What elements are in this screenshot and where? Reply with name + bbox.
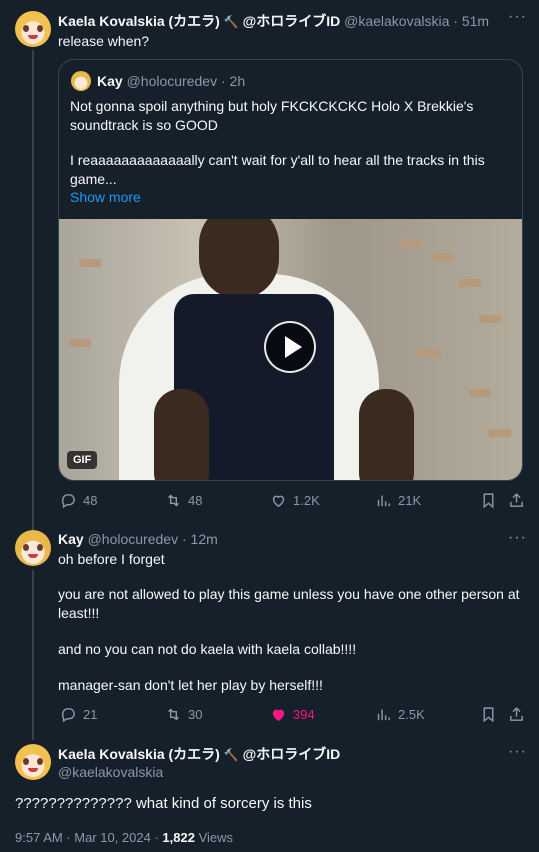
reply-count: 21: [83, 707, 98, 722]
quote-text-line: soundtrack is so GOOD: [70, 117, 218, 133]
tweet-text-line: least!!!: [58, 605, 100, 621]
tweet-text-line: oh before I forget: [58, 551, 165, 567]
tweet3-header: Kaela Kovalskia (カエラ) 🔨 @ホロライブID: [58, 744, 340, 764]
show-more-link[interactable]: Show more: [70, 189, 141, 205]
quote-text-line: game...: [70, 171, 117, 187]
retweet-button[interactable]: 48: [165, 492, 202, 509]
views-icon: [377, 709, 390, 721]
bookmark-icon: [483, 707, 494, 723]
more-options-icon[interactable]: ···: [508, 530, 527, 546]
tweet-text-line: and no you can not do kaela with kaela c…: [58, 641, 357, 657]
heart-icon: [272, 495, 285, 508]
like-button[interactable]: 394: [270, 706, 315, 723]
hammer-icon: 🔨: [223, 15, 239, 29]
author-handle[interactable]: @holocuredev: [88, 531, 179, 547]
view-count: 2.5K: [398, 707, 425, 722]
kaela-avatar[interactable]: [15, 744, 51, 780]
tweet-time[interactable]: 51m: [462, 13, 489, 29]
author-name[interactable]: Kay: [58, 531, 84, 547]
timestamp[interactable]: 9:57 AM · Mar 10, 2024 ·: [15, 830, 162, 845]
author-name[interactable]: Kaela Kovalskia (カエラ): [58, 746, 220, 762]
like-button[interactable]: 1.2K: [270, 492, 320, 509]
more-options-icon[interactable]: ···: [508, 9, 527, 25]
views-button[interactable]: 2.5K: [375, 706, 425, 723]
like-count: 1.2K: [293, 493, 320, 508]
retweet-count: 30: [188, 707, 203, 722]
views-button[interactable]: 21K: [375, 492, 421, 509]
tweet1-header: Kaela Kovalskia (カエラ) 🔨 @ホロライブID @kaelak…: [58, 13, 490, 29]
quote-author-name: Kay: [97, 73, 123, 89]
author-name[interactable]: Kaela Kovalskia (カエラ): [58, 13, 220, 29]
reply-icon: [61, 708, 75, 723]
tweet-time[interactable]: 12m: [191, 531, 218, 547]
kay-avatar[interactable]: [15, 530, 51, 566]
reply-count: 48: [83, 493, 98, 508]
tweet-meta: 9:57 AM · Mar 10, 2024 · 1,822 Views: [15, 830, 233, 845]
views-count: 1,822: [162, 830, 195, 845]
retweet-icon: [168, 708, 179, 721]
author-affiliation: @ホロライブID: [242, 746, 341, 762]
tweet2-header: Kay @holocuredev · 12m: [58, 531, 218, 547]
reply-icon: [61, 494, 75, 509]
retweet-count: 48: [188, 493, 203, 508]
hammer-icon: 🔨: [223, 748, 239, 762]
gif-media[interactable]: GIF: [59, 219, 522, 480]
views-label: Views: [194, 830, 234, 845]
kay-avatar: [71, 71, 91, 91]
bookmark-icon: [483, 493, 494, 509]
heart-icon: [272, 709, 285, 722]
share-icon: [510, 707, 523, 721]
quote-time: 2h: [229, 73, 246, 89]
tweet3-text: ?????????????? what kind of sorcery is t…: [15, 795, 312, 812]
reply-button[interactable]: 48: [60, 492, 97, 509]
like-count: 394: [293, 707, 315, 722]
bookmark-button[interactable]: [480, 706, 497, 723]
quote-text-line: Not gonna spoil anything but holy FKCKCK…: [70, 98, 474, 114]
play-icon[interactable]: [264, 321, 316, 373]
author-handle[interactable]: @kaelakovalskia: [58, 764, 163, 780]
bookmark-button[interactable]: [480, 492, 497, 509]
retweet-button[interactable]: 30: [165, 706, 202, 723]
view-count: 21K: [398, 493, 422, 508]
thread-connector: [32, 570, 34, 740]
tweet-text-line: manager-san don't let her play by hersel…: [58, 677, 323, 693]
share-button[interactable]: [508, 706, 525, 723]
tweet1-text: release when?: [58, 33, 150, 49]
reply-button[interactable]: 21: [60, 706, 97, 723]
quoted-tweet[interactable]: Kay @holocuredev · 2h Not gonna spoil an…: [58, 59, 523, 481]
share-button[interactable]: [508, 492, 525, 509]
kaela-avatar[interactable]: [15, 11, 51, 47]
author-handle[interactable]: @kaelakovalskia: [344, 13, 449, 29]
tweet-text-line: you are not allowed to play this game un…: [58, 586, 520, 602]
quote-author-handle: @holocuredev: [126, 73, 218, 89]
retweet-icon: [168, 494, 179, 507]
gif-badge: GIF: [67, 451, 98, 469]
share-icon: [510, 493, 523, 507]
thread-connector: [32, 50, 34, 530]
quote-header: Kay @holocuredev · 2h: [97, 73, 246, 89]
more-options-icon[interactable]: ···: [508, 744, 527, 760]
author-affiliation: @ホロライブID: [242, 13, 341, 29]
views-icon: [377, 495, 390, 507]
quote-text-line: I reaaaaaaaaaaaaally can't wait for y'al…: [70, 152, 485, 168]
